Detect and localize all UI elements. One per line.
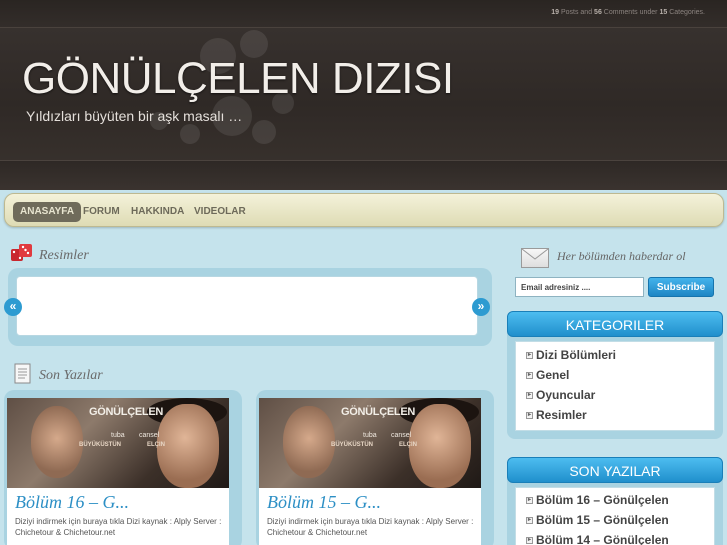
categories-widget: KATEGORILER ▸ Dizi Bölümleri ▸ Genel ▸ O… (507, 311, 723, 439)
category-label: Genel (536, 368, 570, 382)
nav-item-videolar[interactable]: VIDEOLAR (187, 202, 253, 222)
subscribe-heading: Her bölümden haberdar ol (557, 249, 686, 263)
bullet-icon: ▸ (526, 497, 533, 504)
gallery-slider (8, 268, 492, 346)
categories-list: ▸ Dizi Bölümleri ▸ Genel ▸ Oyuncular ▸ R… (515, 341, 715, 431)
recent-post-label: Bölüm 15 – Gönülçelen (536, 513, 669, 527)
post-excerpt: Diziyi indirmek için buraya tıkla Dizi k… (15, 517, 222, 537)
category-label: Dizi Bölümleri (536, 348, 617, 362)
site-stats: 19 Posts and 56 Comments under 15 Catego… (551, 9, 705, 16)
nav-item-hakkinda[interactable]: HAKKINDA (124, 202, 191, 222)
bullet-icon: ▸ (526, 372, 533, 379)
post-title-link[interactable]: Bölüm 15 – G... (267, 492, 381, 513)
header-bottom-band (0, 160, 727, 190)
thumbnail-title: GÖNÜLÇELEN (89, 406, 164, 418)
site-description: Yıldızları büyüten bir aşk masalı … (26, 108, 243, 124)
recent-posts-heading: Son Yazılar (39, 368, 103, 383)
nav-item-forum[interactable]: FORUM (76, 202, 127, 222)
post-card: GÖNÜLÇELEN tuba BÜYÜKÜSTÜN cansel ELÇIN … (256, 390, 494, 545)
thumbnail-name: tuba (363, 432, 377, 439)
category-label: Resimler (536, 408, 587, 422)
recent-post-label: Bölüm 16 – Gönülçelen (536, 493, 669, 507)
header-topbar: 19 Posts and 56 Comments under 15 Catego… (0, 0, 727, 28)
thumbnail-name: ELÇIN (399, 442, 417, 448)
dice-icon (11, 244, 32, 261)
thumbnail-name: BÜYÜKÜSTÜN (79, 442, 121, 448)
thumbnail-name: cansel (391, 432, 412, 439)
email-input[interactable] (515, 277, 644, 297)
bokeh-decoration (180, 124, 200, 144)
post-excerpt: Diziyi indirmek için buraya tıkla Dizi k… (267, 517, 474, 537)
subscribe-button[interactable]: Subscribe (648, 277, 714, 297)
bullet-icon: ▸ (526, 392, 533, 399)
document-icon (14, 363, 31, 384)
category-label: Oyuncular (536, 388, 596, 402)
bullet-icon: ▸ (526, 517, 533, 524)
main-nav: ANASAYFA FORUM HAKKINDA VIDEOLAR (4, 193, 724, 227)
post-thumbnail[interactable]: GÖNÜLÇELEN tuba BÜYÜKÜSTÜN cansel ELÇIN (7, 398, 229, 488)
bullet-icon: ▸ (526, 412, 533, 419)
recent-posts-list: ▸ Bölüm 16 – Gönülçelen ▸ Bölüm 15 – Gön… (515, 487, 715, 545)
post-title-link[interactable]: Bölüm 16 – G... (15, 492, 129, 513)
gallery-heading: Resimler (39, 248, 89, 263)
site-header: 19 Posts and 56 Comments under 15 Catego… (0, 0, 727, 190)
post-card: GÖNÜLÇELEN tuba BÜYÜKÜSTÜN cansel ELÇIN … (4, 390, 242, 545)
nav-item-anasayfa[interactable]: ANASAYFA (13, 202, 82, 222)
site-title[interactable]: GÖNÜLÇELEN DIZISI (22, 54, 454, 104)
recent-posts-title: SON YAZILAR (507, 457, 723, 483)
thumbnail-face (157, 404, 219, 488)
thumbnail-name: BÜYÜKÜSTÜN (331, 442, 373, 448)
post-thumbnail[interactable]: GÖNÜLÇELEN tuba BÜYÜKÜSTÜN cansel ELÇIN (259, 398, 481, 488)
post-card-body: GÖNÜLÇELEN tuba BÜYÜKÜSTÜN cansel ELÇIN … (7, 398, 229, 545)
thumbnail-face (31, 406, 83, 478)
gallery-prev-button[interactable]: « (4, 298, 22, 316)
gallery-viewport (16, 276, 478, 336)
recent-posts-widget: SON YAZILAR ▸ Bölüm 16 – Gönülçelen ▸ Bö… (507, 457, 723, 545)
thumbnail-face (409, 404, 471, 488)
thumbnail-title: GÖNÜLÇELEN (341, 406, 416, 418)
recent-post-label: Bölüm 14 – Gönülçelen (536, 533, 669, 545)
thumbnail-name: cansel (139, 432, 160, 439)
bullet-icon: ▸ (526, 537, 533, 544)
categories-title: KATEGORILER (507, 311, 723, 337)
thumbnail-name: ELÇIN (147, 442, 165, 448)
bullet-icon: ▸ (526, 352, 533, 359)
thumbnail-face (283, 406, 335, 478)
envelope-icon (521, 248, 549, 268)
bokeh-decoration (252, 120, 276, 144)
post-card-body: GÖNÜLÇELEN tuba BÜYÜKÜSTÜN cansel ELÇIN … (259, 398, 481, 545)
thumbnail-name: tuba (111, 432, 125, 439)
gallery-next-button[interactable]: » (472, 298, 490, 316)
